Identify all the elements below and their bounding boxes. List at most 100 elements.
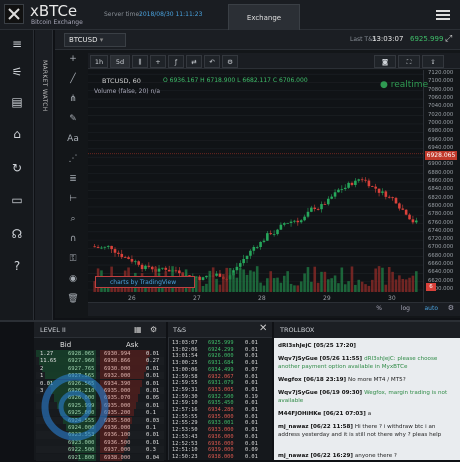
candle-body xyxy=(147,265,151,267)
volume-bar xyxy=(347,281,350,292)
settings-icon[interactable]: ⚙ xyxy=(448,304,454,312)
symbol-select[interactable]: BTCUSD ▾ xyxy=(64,33,126,47)
candle-body xyxy=(198,276,201,280)
bank-icon[interactable]: ⌂ xyxy=(8,126,26,142)
trollbox-message: mj_nawaz [06/22 11:58] Hi there ? i with… xyxy=(278,423,456,439)
pattern-icon[interactable]: ⋰ xyxy=(65,154,81,168)
message-user[interactable]: mj_nawaz xyxy=(278,424,309,430)
candle-body xyxy=(408,214,411,220)
candle-body xyxy=(255,246,259,248)
trend-line-icon[interactable]: ╱ xyxy=(65,74,81,88)
candle-body xyxy=(398,203,401,209)
bar-style-icon[interactable]: ⫼ xyxy=(132,55,148,68)
auto-toggle[interactable]: auto xyxy=(424,305,438,312)
trollbox-message: Wegfox [06/18 23:19] No more MT4 / MT5? xyxy=(278,376,456,384)
volume-bar xyxy=(354,284,357,292)
tab-exchange[interactable]: Exchange xyxy=(228,4,300,30)
trollbox-message: Wqv7jSyGue [05/26 11:55] dRI3shJejC: ple… xyxy=(278,355,456,371)
indicator-icon[interactable]: ƒ xyxy=(168,55,184,68)
volume-bar xyxy=(208,270,212,292)
candle-body xyxy=(299,220,303,223)
price-tick-label: 7100.000 xyxy=(428,78,454,85)
drawing-tools: + ╱ ⋔ ✎ Aa ⋰ ≣ ⊢ ⌕ ∩ ⚿ ◉ 🗑 xyxy=(61,52,85,314)
tradingview-badge[interactable]: charts by TradingView xyxy=(95,276,195,288)
zoom-icon[interactable]: ⌕ xyxy=(65,214,81,228)
logo-subtitle: Bitcoin Exchange xyxy=(31,19,83,26)
grid-icon[interactable]: ▦ xyxy=(134,325,142,334)
list-menu-icon[interactable]: ≡ xyxy=(8,36,26,52)
fullscreen-icon[interactable]: ⛶ xyxy=(398,55,420,68)
text-icon[interactable]: Aa xyxy=(65,134,81,148)
candle-body xyxy=(326,198,330,205)
percent-toggle[interactable]: % xyxy=(376,305,382,312)
market-watch-panel[interactable]: MARKET WATCH xyxy=(35,30,53,320)
message-user[interactable]: Wqv7jSyGue xyxy=(278,356,318,362)
level2-title: LEVEL II xyxy=(40,326,66,334)
message-time: [06/21 07:03] xyxy=(321,411,368,417)
refresh-icon[interactable]: ↻ xyxy=(8,160,26,176)
candle-body xyxy=(360,179,364,181)
price-axis[interactable]: 7120.000 7100.000 7080.000 7060.000 7040.000… xyxy=(423,70,460,302)
price-tick-label: 6740.000 xyxy=(428,227,454,234)
headset-icon[interactable]: ☊ xyxy=(8,226,26,242)
candle-body xyxy=(286,222,289,224)
volume-bar xyxy=(316,282,320,292)
measure-icon[interactable]: ⊢ xyxy=(65,194,81,208)
trash-icon[interactable]: 🗑 xyxy=(65,294,81,308)
compare-icon[interactable]: ⇄ xyxy=(186,55,202,68)
magnet-icon[interactable]: ∩ xyxy=(65,234,81,248)
candle-body xyxy=(384,191,388,197)
volume-bar xyxy=(269,271,273,292)
trollbox-message: Wqv7jSyGue [06/19 09:30] Wegfox, margin … xyxy=(278,389,456,405)
undo-icon[interactable]: ↶ xyxy=(204,55,220,68)
volume-bar xyxy=(394,279,398,292)
help-icon[interactable]: ? xyxy=(8,258,26,274)
timeframe-1h[interactable]: 1h xyxy=(90,55,108,68)
tv-icon[interactable]: ▭ xyxy=(8,192,26,208)
message-user[interactable]: Wegfox xyxy=(278,377,302,383)
close-icon[interactable]: ✕ xyxy=(259,323,267,334)
candle-body xyxy=(282,223,286,225)
volume-bar xyxy=(381,267,384,292)
message-user[interactable]: Wqv7jSyGue xyxy=(278,390,318,396)
candle-body xyxy=(242,259,245,264)
log-toggle[interactable]: log xyxy=(401,305,410,312)
expand-icon[interactable]: ⤢ xyxy=(445,34,452,44)
plus-icon[interactable]: + xyxy=(150,55,166,68)
price-tick-label: 6700.000 xyxy=(428,244,454,251)
eye-icon[interactable]: ◉ xyxy=(65,274,81,288)
trollbox-title: TROLLBOX xyxy=(280,326,315,334)
message-user[interactable]: mj_nawaz xyxy=(278,453,309,459)
candle-body xyxy=(387,196,391,198)
price-tick-label: 6760.000 xyxy=(428,219,454,226)
brush-icon[interactable]: ✎ xyxy=(65,114,81,128)
server-time-label: Server time: xyxy=(104,11,142,18)
crosshair-icon[interactable]: + xyxy=(65,54,81,68)
trollbox-message: mj_nawaz [06/22 16:29] anyone there ? xyxy=(278,452,456,460)
message-user[interactable]: dRI3shJejC xyxy=(278,343,312,349)
message-time: [06/22 16:29] xyxy=(308,453,355,459)
time-tick-label: 26 xyxy=(128,295,136,302)
pitchfork-icon[interactable]: ⋔ xyxy=(65,94,81,108)
ask-header: Ask xyxy=(126,341,139,349)
settings-icon[interactable]: ⚙ xyxy=(150,325,157,334)
chart-plot-area[interactable] xyxy=(88,70,423,302)
timeframe-5d[interactable]: 5d xyxy=(110,55,130,68)
lock-icon[interactable]: ⚿ xyxy=(65,254,81,268)
message-user[interactable]: M44FJOHiHKe xyxy=(278,411,321,417)
camera-icon[interactable]: ◙ xyxy=(374,55,396,68)
crypto-watermark-logo xyxy=(41,373,109,441)
sliders-icon[interactable]: ⚟ xyxy=(8,64,26,80)
settings-icon[interactable]: ⚙ xyxy=(222,55,238,68)
document-icon[interactable]: ▤ xyxy=(8,94,26,110)
upload-icon[interactable]: ⇪ xyxy=(422,55,444,68)
market-watch-label: MARKET WATCH xyxy=(41,60,48,112)
ohlc-values: O 6936.167 H 6718.900 L 6682.117 C 6706.… xyxy=(163,77,308,84)
price-tick-label: 6720.000 xyxy=(428,236,454,243)
fib-icon[interactable]: ≣ xyxy=(65,174,81,188)
volume-bar xyxy=(249,270,252,292)
candle-body xyxy=(161,267,164,269)
volume-bar xyxy=(323,271,327,292)
hamburger-menu-icon[interactable] xyxy=(436,10,450,20)
candle-body xyxy=(320,204,323,210)
